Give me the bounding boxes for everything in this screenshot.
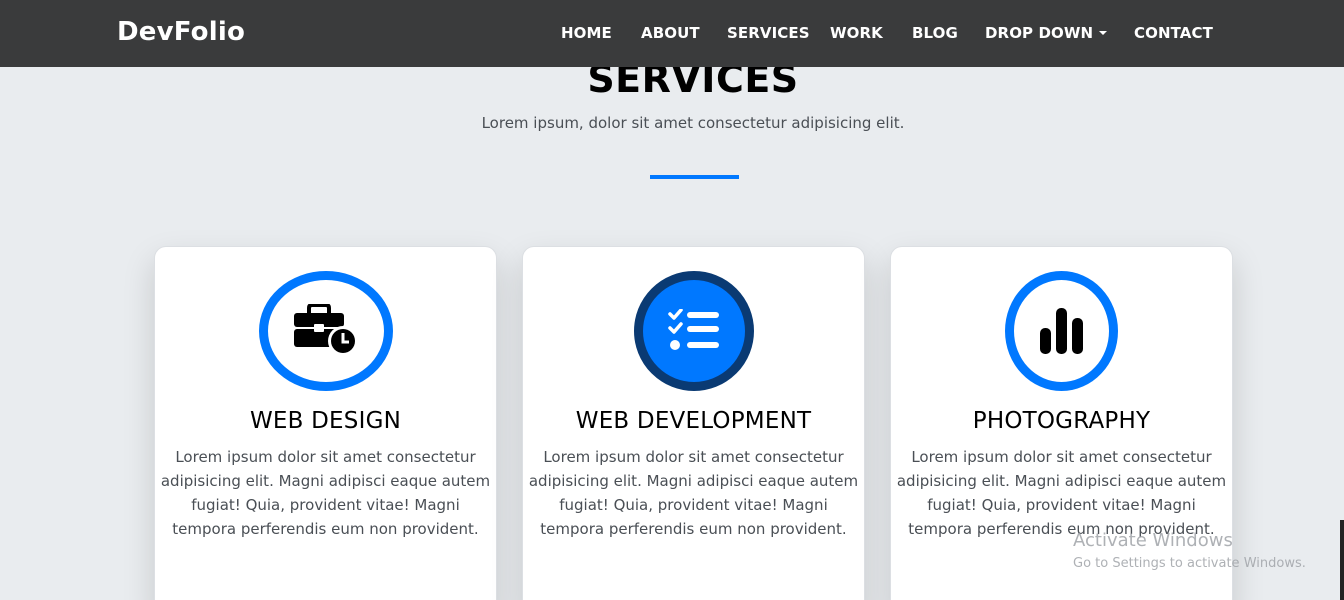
nav-services-link[interactable]: SERVICES bbox=[727, 24, 810, 42]
description-line: adipisicing elit. Magni adipisci eaque a… bbox=[160, 472, 491, 490]
window-edge bbox=[1340, 520, 1344, 600]
description-line: tempora perferendis eum non provident. bbox=[540, 520, 847, 538]
description-line: tempora perferendis eum non provident. bbox=[172, 520, 479, 538]
nav-home-link[interactable]: HOME bbox=[561, 24, 612, 42]
service-title: WEB DESIGN bbox=[249, 408, 402, 434]
description-line: fugiat! Quia, provident vitae! Magni bbox=[191, 496, 460, 514]
service-title: WEB DEVELOPMENT bbox=[575, 408, 812, 434]
service-card-web-development: WEB DEVELOPMENT Lorem ipsum dolor sit am… bbox=[522, 246, 865, 600]
caret-down-icon bbox=[1099, 31, 1108, 35]
nav-dropdown-label: DROP DOWN bbox=[985, 24, 1094, 42]
service-description: Lorem ipsum dolor sit amet consectetur a… bbox=[155, 445, 496, 541]
service-description: Lorem ipsum dolor sit amet consectetur a… bbox=[523, 445, 864, 541]
nav-blog-link[interactable]: BLOG bbox=[912, 24, 958, 42]
nav-about-link[interactable]: ABOUT bbox=[641, 24, 700, 42]
watermark-title: Activate Windows bbox=[1073, 530, 1233, 551]
section-subtitle: Lorem ipsum, dolor sit amet consectetur … bbox=[481, 114, 905, 132]
activate-windows-watermark: Activate Windows Go to Settings to activ… bbox=[1073, 530, 1306, 573]
description-line: Lorem ipsum dolor sit amet consectetur bbox=[911, 448, 1212, 466]
service-icon-circle bbox=[634, 271, 754, 391]
service-icon-circle bbox=[259, 271, 393, 391]
title-divider bbox=[650, 175, 739, 179]
main-nav: HOME ABOUT SERVICES WORK BLOG DROP DOWN … bbox=[0, 24, 1344, 44]
watermark-subtitle: Go to Settings to activate Windows. bbox=[1073, 556, 1306, 571]
service-card-web-design: WEB DESIGN Lorem ipsum dolor sit amet co… bbox=[154, 246, 497, 600]
description-line: adipisicing elit. Magni adipisci eaque a… bbox=[528, 472, 859, 490]
nav-work-link[interactable]: WORK bbox=[830, 24, 883, 42]
navbar: DevFolio HOME ABOUT SERVICES WORK BLOG D… bbox=[0, 0, 1344, 67]
description-line: fugiat! Quia, provident vitae! Magni bbox=[559, 496, 828, 514]
service-title: PHOTOGRAPHY bbox=[972, 408, 1151, 434]
briefcase-clock-icon bbox=[294, 304, 358, 356]
description-line: Lorem ipsum dolor sit amet consectetur bbox=[543, 448, 844, 466]
checklist-icon bbox=[668, 309, 719, 350]
description-line: adipisicing elit. Magni adipisci eaque a… bbox=[896, 472, 1227, 490]
service-icon-circle bbox=[1005, 271, 1118, 391]
service-description: Lorem ipsum dolor sit amet consectetur a… bbox=[891, 445, 1232, 541]
bar-chart-icon bbox=[1039, 308, 1083, 354]
nav-dropdown-toggle[interactable]: DROP DOWN bbox=[985, 24, 1108, 42]
description-line: fugiat! Quia, provident vitae! Magni bbox=[927, 496, 1196, 514]
nav-contact-link[interactable]: CONTACT bbox=[1134, 24, 1213, 42]
description-line: Lorem ipsum dolor sit amet consectetur bbox=[175, 448, 476, 466]
